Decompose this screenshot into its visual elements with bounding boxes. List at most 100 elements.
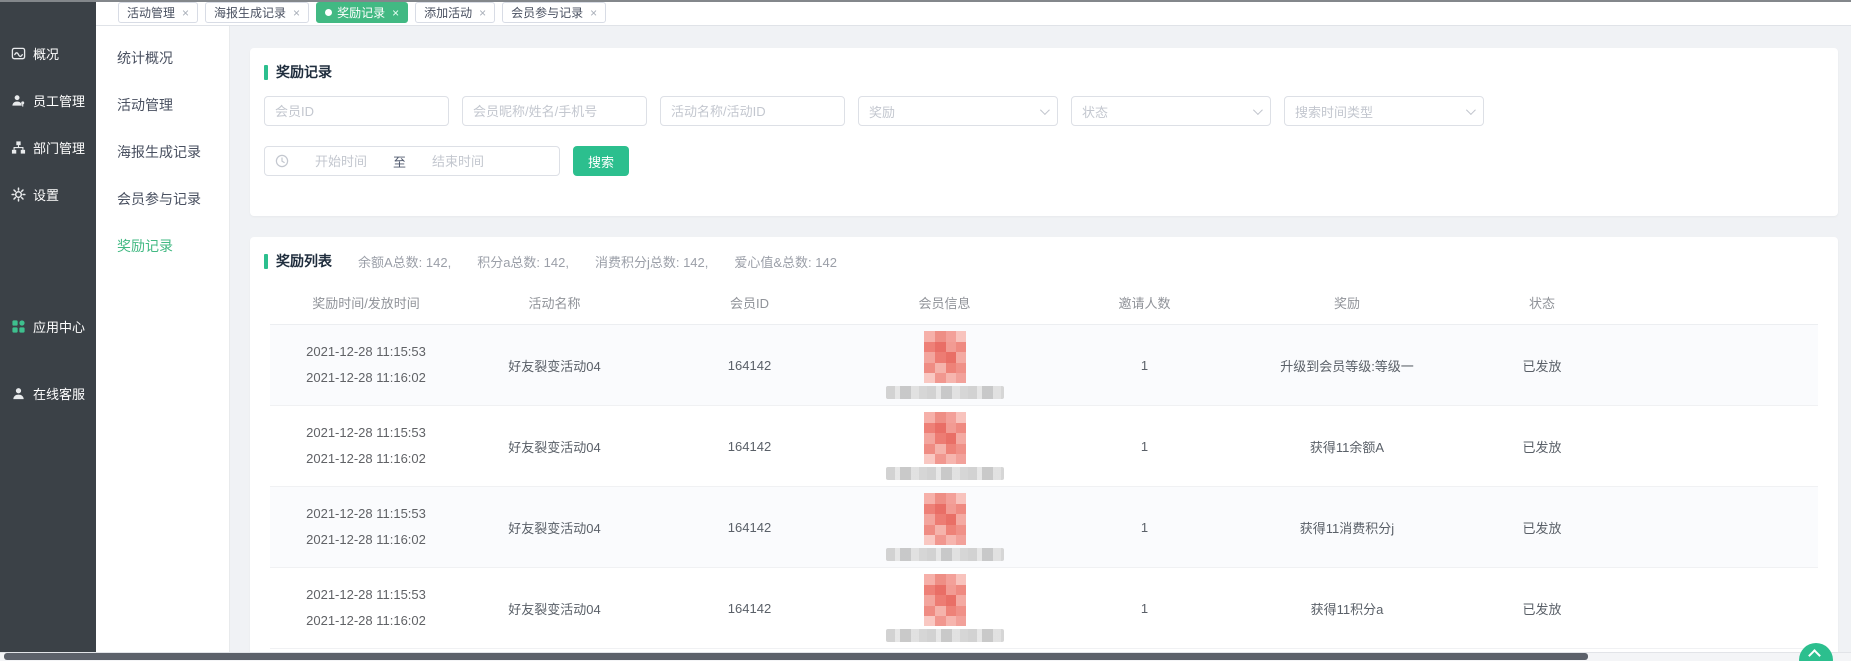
- search-button[interactable]: 搜索: [573, 146, 629, 176]
- start-time-input[interactable]: [295, 154, 387, 169]
- cell-invite-count: 1: [1037, 520, 1252, 535]
- date-range-separator: 至: [393, 152, 406, 171]
- secondary-sidebar-item[interactable]: 海报生成记录: [96, 128, 229, 175]
- cell-member-info: [852, 412, 1037, 480]
- secondary-sidebar-item[interactable]: 会员参与记录: [96, 175, 229, 222]
- reward-time: 2021-12-28 11:15:53: [270, 339, 462, 365]
- clock-icon: [275, 154, 289, 168]
- table-column-header: 会员信息: [852, 293, 1037, 312]
- reward-list-panel: 奖励列表 余额A总数: 142, 积分a总数: 142, 消费积分j总数: 142,…: [250, 237, 1838, 661]
- reward-total-stat: 爱心值&总数: 142: [734, 252, 837, 271]
- grant-time: 2021-12-28 11:16:02: [270, 446, 462, 472]
- member-info: [852, 331, 1037, 399]
- primary-sidebar-item-label: 部门管理: [33, 138, 85, 157]
- cell-status: 已发放: [1442, 599, 1642, 618]
- tab[interactable]: 添加活动 ×: [415, 2, 495, 23]
- reward-time: 2021-12-28 11:15:53: [270, 582, 462, 608]
- reward-total-stat: 余额A总数: 142,: [358, 252, 451, 271]
- cell-reward: 升级到会员等级:等级一: [1252, 356, 1442, 375]
- primary-sidebar-item-label: 应用中心: [33, 317, 85, 336]
- cell-member-info: [852, 574, 1037, 642]
- secondary-sidebar-item[interactable]: 活动管理: [96, 81, 229, 128]
- table-column-header: 邀请人数: [1037, 293, 1252, 312]
- tab-close-icon[interactable]: ×: [392, 7, 399, 19]
- tab[interactable]: 海报生成记录 ×: [205, 2, 309, 23]
- cell-activity-name: 好友裂变活动04: [462, 518, 647, 537]
- filter-select[interactable]: 奖励: [858, 96, 1058, 126]
- cell-status: 已发放: [1442, 518, 1642, 537]
- cell-reward-time: 2021-12-28 11:15:53 2021-12-28 11:16:02: [270, 339, 462, 391]
- tab-close-icon[interactable]: ×: [182, 7, 189, 19]
- primary-sidebar-item[interactable]: 在线客服: [0, 370, 96, 417]
- avatar-pixelated: [924, 412, 966, 464]
- end-time-input[interactable]: [412, 154, 504, 169]
- reward-total-stat: 消费积分j总数: 142,: [595, 252, 708, 271]
- member-info: [852, 574, 1037, 642]
- member-name-blurred: [886, 467, 1004, 480]
- filter-text-input[interactable]: [462, 96, 647, 126]
- filter-select[interactable]: 搜索时间类型: [1284, 96, 1484, 126]
- active-tab-dot-icon: [325, 9, 332, 16]
- tab-close-icon[interactable]: ×: [590, 7, 597, 19]
- reward-record-search-panel: 奖励记录 奖励 状态 搜索时间类型: [250, 48, 1838, 216]
- table-column-header: 会员ID: [647, 293, 852, 312]
- tab-label: 海报生成记录: [214, 4, 286, 21]
- overview-chart-icon: [10, 46, 26, 62]
- reward-total-stat: 积分a总数: 142,: [477, 252, 569, 271]
- filter-selects: 奖励 状态 搜索时间类型: [858, 96, 1484, 126]
- secondary-sidebar-item-label: 会员参与记录: [117, 189, 201, 209]
- filter-text-input[interactable]: [264, 96, 449, 126]
- secondary-sidebar-item[interactable]: 奖励记录: [96, 222, 229, 269]
- cell-reward: 获得11余额A: [1252, 437, 1442, 456]
- primary-sidebar-item-label: 在线客服: [33, 384, 85, 403]
- tab-label: 活动管理: [127, 4, 175, 21]
- app-root: 概况 员工管理 部门管理 设置 应用中心 在线客服 活动管理 × 海报生成记录 …: [0, 0, 1851, 661]
- window-top-edge: [0, 0, 1851, 2]
- primary-sidebar-item[interactable]: 应用中心: [0, 303, 96, 350]
- cell-reward: 获得11消费积分j: [1252, 518, 1442, 537]
- table-column-header: 奖励时间/发放时间: [270, 293, 462, 312]
- list-panel-header: 奖励列表 余额A总数: 142, 积分a总数: 142, 消费积分j总数: 142,…: [250, 249, 1838, 271]
- chevron-down-icon: [1040, 105, 1050, 115]
- tab-close-icon[interactable]: ×: [479, 7, 486, 19]
- select-placeholder: 状态: [1082, 102, 1108, 121]
- cell-reward-time: 2021-12-28 11:15:53 2021-12-28 11:16:02: [270, 420, 462, 472]
- cell-reward-time: 2021-12-28 11:15:53 2021-12-28 11:16:02: [270, 582, 462, 634]
- primary-sidebar-item[interactable]: 设置: [0, 171, 96, 218]
- filter-row-1: 奖励 状态 搜索时间类型: [264, 96, 1824, 126]
- filter-text-input[interactable]: [660, 96, 845, 126]
- primary-sidebar-item[interactable]: 部门管理: [0, 124, 96, 171]
- member-info: [852, 493, 1037, 561]
- cell-status: 已发放: [1442, 356, 1642, 375]
- tab-close-icon[interactable]: ×: [293, 7, 300, 19]
- avatar-pixelated: [924, 331, 966, 383]
- main-content: 奖励记录 奖励 状态 搜索时间类型: [230, 26, 1851, 661]
- primary-sidebar-item[interactable]: 员工管理: [0, 77, 96, 124]
- secondary-sidebar-item-label: 奖励记录: [117, 236, 173, 256]
- table-body: 2021-12-28 11:15:53 2021-12-28 11:16:02 …: [270, 325, 1818, 649]
- grant-time: 2021-12-28 11:16:02: [270, 608, 462, 634]
- tab[interactable]: 奖励记录 ×: [316, 2, 408, 23]
- table-column-header: 奖励: [1252, 293, 1442, 312]
- search-panel-title: 奖励记录: [264, 62, 1824, 82]
- cell-activity-name: 好友裂变活动04: [462, 356, 647, 375]
- filter-select[interactable]: 状态: [1071, 96, 1271, 126]
- secondary-sidebar-item[interactable]: 统计概况: [96, 34, 229, 81]
- table-header-row: 奖励时间/发放时间活动名称会员ID会员信息邀请人数奖励状态: [270, 281, 1818, 325]
- tab[interactable]: 会员参与记录 ×: [502, 2, 606, 23]
- secondary-sidebar-item-label: 统计概况: [117, 48, 173, 68]
- apps-grid-icon: [10, 319, 26, 335]
- cell-invite-count: 1: [1037, 439, 1252, 454]
- primary-sidebar-item-label: 设置: [33, 185, 59, 204]
- cell-invite-count: 1: [1037, 601, 1252, 616]
- select-placeholder: 搜索时间类型: [1295, 102, 1373, 121]
- cell-member-info: [852, 493, 1037, 561]
- tab-label: 会员参与记录: [511, 4, 583, 21]
- horizontal-scrollbar-thumb[interactable]: [4, 653, 1588, 660]
- date-range-picker[interactable]: 至: [264, 146, 560, 176]
- cell-member-id: 164142: [647, 439, 852, 454]
- primary-sidebar-item[interactable]: 概况: [0, 30, 96, 77]
- tab-bar: 活动管理 × 海报生成记录 × 奖励记录 × 添加活动 × 会员参与记录 ×: [96, 0, 1851, 26]
- list-panel-title-text: 奖励列表: [276, 251, 332, 271]
- tab[interactable]: 活动管理 ×: [118, 2, 198, 23]
